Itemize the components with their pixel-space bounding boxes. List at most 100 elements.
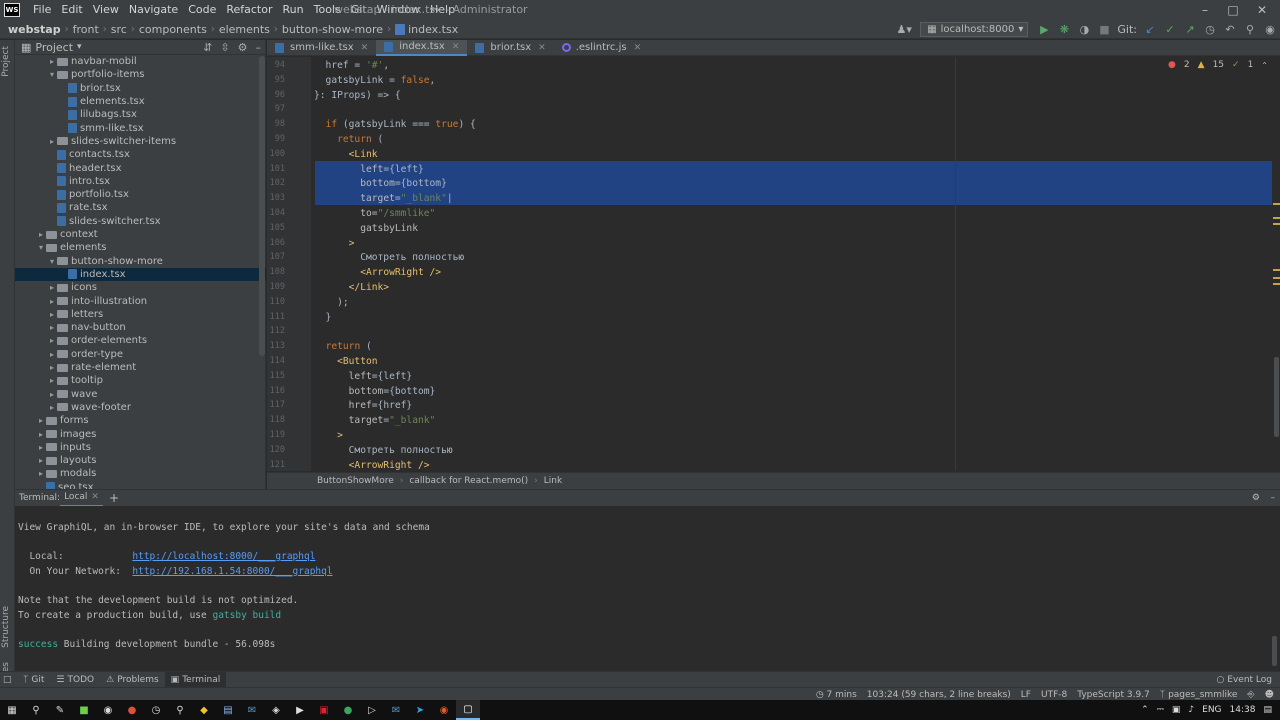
breadcrumb-root[interactable]: webstap — [5, 23, 64, 36]
line-separator[interactable]: LF — [1021, 690, 1031, 700]
tree-folder[interactable]: ▸ order-type — [15, 348, 266, 361]
tree-folder[interactable]: ▸ wave — [15, 388, 266, 401]
language-service[interactable]: TypeScript 3.9.7 — [1077, 690, 1150, 700]
ide-features-icon[interactable]: ◉ — [1261, 22, 1279, 38]
menu-item-code[interactable]: Code — [183, 0, 221, 20]
menu-item-refactor[interactable]: Refactor — [221, 0, 277, 20]
menu-item-view[interactable]: View — [88, 0, 124, 20]
maximize-icon[interactable]: □ — [1219, 0, 1247, 20]
menu-item-run[interactable]: Run — [278, 0, 309, 20]
menu-item-file[interactable]: File — [28, 0, 56, 20]
lock-icon[interactable]: ⎆ — [1247, 690, 1254, 700]
editor-crumb[interactable]: ButtonShowMore — [317, 476, 394, 486]
tree-folder[interactable]: ▸ rate-element — [15, 361, 266, 374]
files-icon[interactable]: ▤ — [216, 700, 240, 720]
tree-folder[interactable]: ▸ images — [15, 427, 266, 440]
editor-tab[interactable]: index.tsx ✕ — [376, 39, 468, 56]
expand-arrow-icon[interactable]: ▸ — [47, 283, 57, 292]
tree-file[interactable]: brior.tsx — [15, 82, 266, 95]
tree-file[interactable]: smm-like.tsx — [15, 122, 266, 135]
editor-crumb[interactable]: callback for React.memo() — [409, 476, 528, 486]
rollback-icon[interactable]: ↶ — [1221, 22, 1239, 38]
tree-folder[interactable]: ▸ navbar-mobil — [15, 55, 266, 68]
search-app-icon[interactable]: ⚲ — [168, 700, 192, 720]
search-icon[interactable]: ⚲ — [1241, 22, 1259, 38]
keyboard-language[interactable]: ENG — [1202, 705, 1221, 715]
editor-scroll-thumb[interactable] — [1274, 357, 1279, 437]
close-icon[interactable]: ✕ — [634, 43, 642, 53]
expand-arrow-icon[interactable]: ▸ — [47, 390, 57, 399]
terminal-output[interactable]: View GraphiQL, an in-browser IDE, to exp… — [15, 506, 1280, 671]
expand-all-icon[interactable]: ⇵ — [203, 41, 212, 54]
expand-arrow-icon[interactable]: ▸ — [47, 403, 57, 412]
tree-folder[interactable]: ▸ modals — [15, 467, 266, 480]
media-icon[interactable]: ▶ — [288, 700, 312, 720]
code-app-icon[interactable]: ▷ — [360, 700, 384, 720]
expand-arrow-icon[interactable]: ▸ — [36, 456, 46, 465]
debug-icon[interactable]: ❋ — [1055, 22, 1073, 38]
paint-icon[interactable]: ◈ — [264, 700, 288, 720]
project-panel-title[interactable]: Project — [35, 41, 73, 54]
menu-item-navigate[interactable]: Navigate — [124, 0, 183, 20]
monitor-icon[interactable]: ▣ — [1172, 705, 1181, 715]
breadcrumb-item[interactable]: src — [108, 23, 130, 36]
editor-scrollbar[interactable] — [1272, 57, 1280, 471]
stop-icon[interactable]: ■ — [1095, 22, 1113, 38]
expand-arrow-icon[interactable]: ▸ — [47, 350, 57, 359]
tree-file[interactable]: contacts.tsx — [15, 148, 266, 161]
tree-file[interactable]: rate.tsx — [15, 201, 266, 214]
diamond-app-icon[interactable]: ◆ — [192, 700, 216, 720]
file-encoding[interactable]: UTF-8 — [1041, 690, 1067, 700]
code-editor[interactable]: href = '#', gatsbyLink = false,}: IProps… — [311, 57, 1280, 471]
minimize-icon[interactable]: – — [1191, 0, 1219, 20]
tree-folder[interactable]: ▸ context — [15, 228, 266, 241]
expand-arrow-icon[interactable]: ▸ — [36, 469, 46, 478]
close-icon[interactable]: ✕ — [538, 43, 546, 53]
chat-app-icon[interactable]: ● — [336, 700, 360, 720]
vcs-time[interactable]: ◷ 7 mins — [816, 690, 857, 700]
editor-tab[interactable]: brior.tsx ✕ — [467, 40, 553, 56]
expand-arrow-icon[interactable]: ▸ — [36, 230, 46, 239]
structure-tool-button[interactable]: Structure — [1, 606, 11, 648]
expand-arrow-icon[interactable]: ▸ — [47, 336, 57, 345]
close-icon[interactable]: ✕ — [361, 43, 369, 53]
collapse-all-icon[interactable]: ⇳ — [220, 41, 229, 54]
expand-arrow-icon[interactable]: ▸ — [47, 310, 57, 319]
expand-arrow-icon[interactable]: ▾ — [47, 257, 57, 266]
steam-icon[interactable]: ◉ — [96, 700, 120, 720]
clock-app-icon[interactable]: ◷ — [144, 700, 168, 720]
telegram-icon[interactable]: ➤ — [408, 700, 432, 720]
coverage-icon[interactable]: ◑ — [1075, 22, 1093, 38]
gear-icon[interactable]: ⚙ — [1252, 493, 1260, 503]
close-icon[interactable]: ✕ — [452, 42, 460, 52]
tree-folder[interactable]: ▾ elements — [15, 241, 266, 254]
volume-icon[interactable]: ♪ — [1188, 705, 1194, 715]
breadcrumb-item[interactable]: components — [136, 23, 210, 36]
tree-folder[interactable]: ▸ nav-button — [15, 321, 266, 334]
tray-expand-icon[interactable]: ⌃ — [1141, 705, 1149, 715]
breadcrumb-item[interactable]: button-show-more — [279, 23, 386, 36]
expand-arrow-icon[interactable]: ▾ — [47, 70, 57, 79]
tool-tab-problems[interactable]: ⚠ Problems — [100, 672, 165, 688]
tree-file[interactable]: elements.tsx — [15, 95, 266, 108]
browser-icon[interactable]: ● — [120, 700, 144, 720]
terminal-link[interactable]: http://192.168.1.54:8000/___graphql — [132, 566, 332, 577]
user-icon[interactable]: ♟▾ — [895, 22, 913, 38]
tree-folder[interactable]: ▸ letters — [15, 308, 266, 321]
editor-tab[interactable]: .eslintrc.js ✕ — [554, 40, 649, 56]
project-tool-button[interactable]: Project — [1, 46, 11, 77]
terminal-command[interactable]: gatsby build — [212, 610, 281, 621]
tree-folder[interactable]: ▸ icons — [15, 281, 266, 294]
webstorm-taskbar-icon[interactable]: ▢ — [456, 700, 480, 720]
tree-folder[interactable]: ▾ portfolio-items — [15, 68, 266, 81]
expand-arrow-icon[interactable]: ▸ — [47, 363, 57, 372]
git-branch[interactable]: ᛉ pages_smmlike — [1160, 690, 1238, 700]
windows-start-icon[interactable]: ▦ — [0, 700, 24, 720]
breadcrumb-item[interactable]: elements — [216, 23, 273, 36]
tree-file[interactable]: intro.tsx — [15, 175, 266, 188]
clock[interactable]: 14:38 — [1230, 705, 1256, 715]
tree-folder[interactable]: ▸ layouts — [15, 454, 266, 467]
video-app-icon[interactable]: ▣ — [312, 700, 336, 720]
tree-file[interactable]: lilubags.tsx — [15, 108, 266, 121]
tree-folder[interactable]: ▸ inputs — [15, 441, 266, 454]
